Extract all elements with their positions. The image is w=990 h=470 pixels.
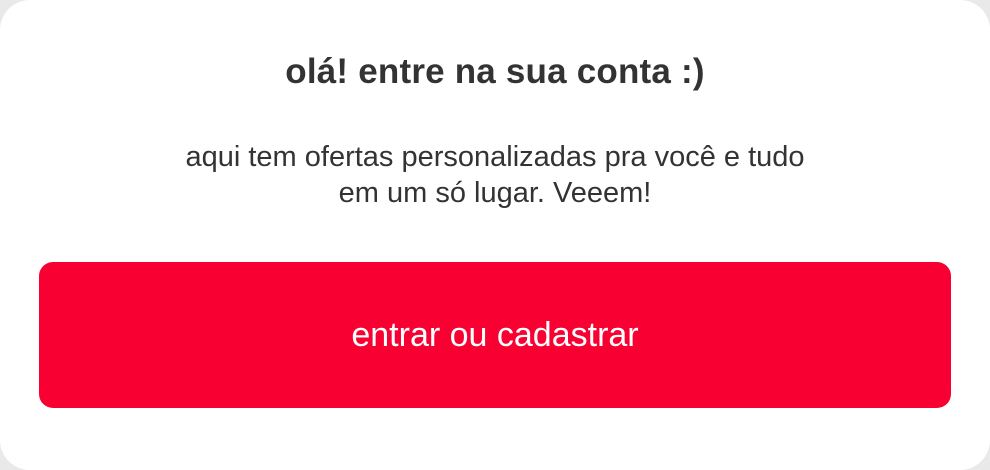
login-prompt-card: olá! entre na sua conta :) aqui tem ofer…	[0, 0, 990, 470]
login-subtitle-line-2: em um só lugar. Veeem!	[338, 177, 652, 209]
login-subtitle-line-1: aqui tem ofertas personalizadas pra você…	[185, 141, 805, 173]
login-title: olá! entre na sua conta :)	[285, 52, 705, 91]
login-or-signup-button[interactable]: entrar ou cadastrar	[39, 262, 951, 408]
login-subtitle: aqui tem ofertas personalizadas pra você…	[0, 139, 990, 211]
